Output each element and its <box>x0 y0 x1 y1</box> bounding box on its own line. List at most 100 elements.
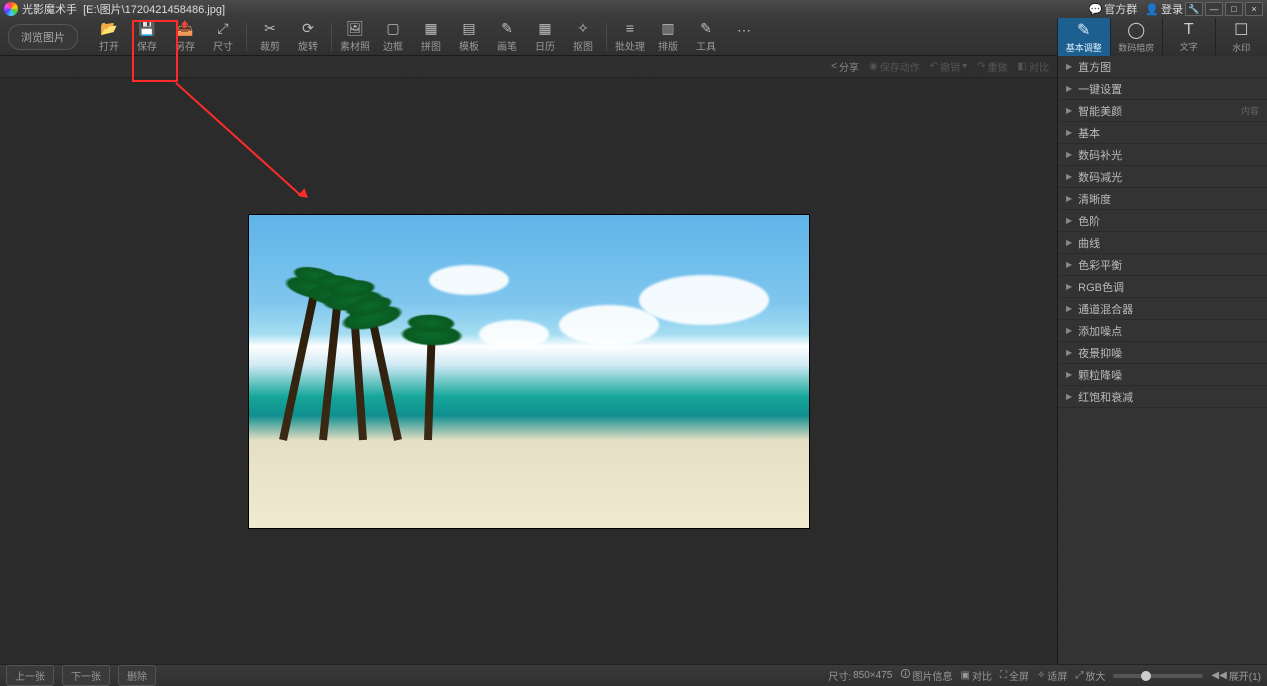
panel-item-数码补光[interactable]: ▶数码补光 <box>1058 144 1267 166</box>
right-tab-文字[interactable]: T文字 <box>1162 18 1215 56</box>
tool-拼图[interactable]: ▦拼图 <box>416 20 446 53</box>
panel-item-label: 颗粒降噪 <box>1078 367 1122 383</box>
panel-item-label: 曲线 <box>1078 235 1100 251</box>
app-logo-icon <box>4 2 18 16</box>
panel-item-extra: 内容 <box>1241 104 1259 117</box>
chevron-right-icon: ▶ <box>1066 150 1072 159</box>
chevron-right-icon: ▶ <box>1066 370 1072 379</box>
zoom-slider-knob[interactable] <box>1141 671 1151 681</box>
save-action-button[interactable]: ◉保存动作 <box>869 59 920 74</box>
info-label: 图片信息 <box>913 668 953 683</box>
chevron-right-icon: ▶ <box>1066 260 1072 269</box>
tool-模板[interactable]: ▤模板 <box>454 20 484 53</box>
minimize-button[interactable]: — <box>1205 2 1223 16</box>
panel-item-label: 直方图 <box>1078 59 1111 75</box>
tool-素材照[interactable]: 🖼素材照 <box>340 20 370 53</box>
panel-item-清晰度[interactable]: ▶清晰度 <box>1058 188 1267 210</box>
statusbar: 上一张 下一张 删除 尺寸:850×475 🛈图片信息 ▣对比 ⛶全屏 ✧适屏 … <box>0 664 1267 686</box>
tool-抠图[interactable]: ✧抠图 <box>568 20 598 53</box>
size-label: 尺寸: <box>828 668 851 683</box>
tool-批处理[interactable]: ≡批处理 <box>615 20 645 53</box>
close-button[interactable]: × <box>1245 2 1263 16</box>
tool-工具[interactable]: ✎工具 <box>691 20 721 53</box>
zoom-icon: ⤢ <box>1075 670 1083 681</box>
tool-尺寸[interactable]: ⤢尺寸 <box>208 20 238 53</box>
panel-item-智能美颜[interactable]: ▶智能美颜内容 <box>1058 100 1267 122</box>
fullscreen-button[interactable]: ⛶全屏 <box>1000 668 1029 683</box>
settings-dropdown-icon[interactable]: 🔧 <box>1185 2 1203 16</box>
fit-icon: ✧ <box>1037 670 1045 681</box>
panel-item-直方图[interactable]: ▶ 直方图 <box>1058 56 1267 78</box>
right-tab-数码暗房[interactable]: ◯数码暗房 <box>1110 18 1163 56</box>
tool-icon: 💾 <box>139 20 155 36</box>
canvas-area[interactable] <box>0 78 1057 664</box>
browse-images-button[interactable]: 浏览图片 <box>8 24 78 50</box>
right-tab-基本调整[interactable]: ✎基本调整 <box>1057 18 1110 56</box>
official-label: 官方群 <box>1104 1 1137 17</box>
tool-icon: 📂 <box>101 20 117 36</box>
panel-item-夜景抑噪[interactable]: ▶夜景抑噪 <box>1058 342 1267 364</box>
chevron-right-icon: ▶ <box>1066 304 1072 313</box>
tool-打开[interactable]: 📂打开 <box>94 20 124 53</box>
panel-item-RGB色调[interactable]: ▶RGB色调 <box>1058 276 1267 298</box>
tool-日历[interactable]: ▦日历 <box>530 20 560 53</box>
tool-另存[interactable]: 📤另存 <box>170 20 200 53</box>
save-action-label: 保存动作 <box>880 59 920 74</box>
chevron-right-icon: ▶ <box>1066 194 1072 203</box>
expand-button[interactable]: ◀◀展开(1) <box>1211 668 1261 683</box>
info-icon: 🛈 <box>900 667 910 684</box>
panel-item-label: RGB色调 <box>1078 279 1124 295</box>
maximize-button[interactable]: □ <box>1225 2 1243 16</box>
zoom-slider[interactable] <box>1113 674 1203 678</box>
right-tab-水印[interactable]: ☐水印 <box>1215 18 1267 56</box>
panel-item-添加噪点[interactable]: ▶添加噪点 <box>1058 320 1267 342</box>
tab-label: 数码暗房 <box>1118 41 1154 54</box>
redo-button[interactable]: ↷重做 <box>977 59 1007 74</box>
panel-item-通道混合器[interactable]: ▶通道混合器 <box>1058 298 1267 320</box>
panel-item-label: 红饱和衰减 <box>1078 389 1133 405</box>
image-info-button[interactable]: 🛈图片信息 <box>900 667 952 684</box>
compare-status-button[interactable]: ▣对比 <box>961 668 992 683</box>
compare-button[interactable]: ◧对比 <box>1018 59 1049 74</box>
prev-image-button[interactable]: 上一张 <box>6 665 54 686</box>
panel-item-基本[interactable]: ▶基本 <box>1058 122 1267 144</box>
tool-label: 模板 <box>459 38 479 53</box>
chevron-right-icon: ▶ <box>1066 62 1072 71</box>
size-value: 850×475 <box>853 670 892 681</box>
panel-item-颗粒降噪[interactable]: ▶ 颗粒降噪 <box>1058 364 1267 386</box>
share-button[interactable]: <分享 <box>831 59 859 74</box>
file-path: [E:\图片\1720421458486.jpg] <box>83 1 225 17</box>
more-tools-button[interactable]: ⋯ <box>729 22 759 51</box>
tool-画笔[interactable]: ✎画笔 <box>492 20 522 53</box>
zoom-button[interactable]: ⤢放大 <box>1075 668 1105 683</box>
right-panel: ▶直方图▶一键设置▶智能美颜内容▶基本▶数码补光▶数码减光▶清晰度▶色阶▶曲线▶… <box>1057 56 1267 664</box>
tool-边框[interactable]: ▢边框 <box>378 20 408 53</box>
delete-image-button[interactable]: 删除 <box>118 665 156 686</box>
panel-item-曲线[interactable]: ▶曲线 <box>1058 232 1267 254</box>
chevron-left-icon: ◀◀ <box>1211 670 1226 681</box>
next-image-button[interactable]: 下一张 <box>62 665 110 686</box>
panel-item-一键设置[interactable]: ▶一键设置 <box>1058 78 1267 100</box>
panel-item-红饱和衰减[interactable]: ▶ 红饱和衰减 <box>1058 386 1267 408</box>
tool-裁剪[interactable]: ✂裁剪 <box>255 20 285 53</box>
panel-item-label: 数码减光 <box>1078 169 1122 185</box>
fit-screen-button[interactable]: ✧适屏 <box>1037 668 1067 683</box>
chevron-right-icon: ▶ <box>1066 392 1072 401</box>
login-button[interactable]: 👤登录 <box>1145 1 1183 17</box>
panel-item-数码减光[interactable]: ▶数码减光 <box>1058 166 1267 188</box>
panel-item-色彩平衡[interactable]: ▶色彩平衡 <box>1058 254 1267 276</box>
tool-排版[interactable]: ▥排版 <box>653 20 683 53</box>
panel-item-label: 基本 <box>1078 125 1100 141</box>
official-group-button[interactable]: 💬官方群 <box>1089 1 1138 17</box>
tool-label: 旋转 <box>298 38 318 53</box>
panel-item-色阶[interactable]: ▶色阶 <box>1058 210 1267 232</box>
login-label: 登录 <box>1161 1 1183 17</box>
fit-label: 适屏 <box>1047 668 1067 683</box>
tab-icon: ☐ <box>1234 20 1248 40</box>
chevron-right-icon: ▶ <box>1066 106 1072 115</box>
tab-icon: ◯ <box>1127 20 1145 40</box>
tool-旋转[interactable]: ⟳旋转 <box>293 20 323 53</box>
undo-button[interactable]: ↶撤销▾ <box>930 59 967 74</box>
canvas-subbar: <分享 ◉保存动作 ↶撤销▾ ↷重做 ◧对比 <box>0 56 1057 78</box>
tool-保存[interactable]: 💾保存 <box>132 20 162 53</box>
